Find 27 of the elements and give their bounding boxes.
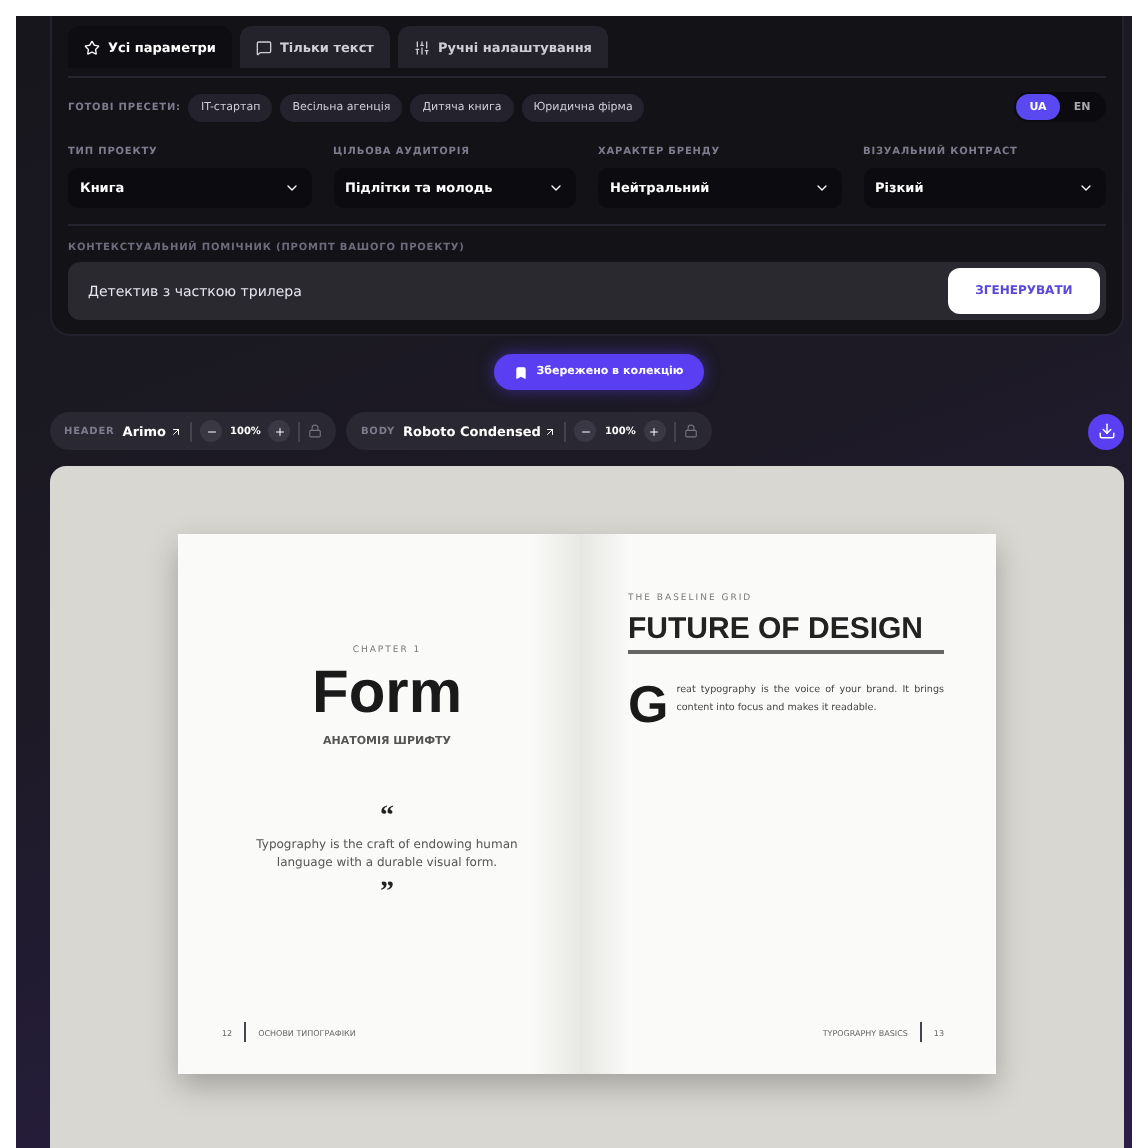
minus-icon xyxy=(205,425,217,437)
drop-cap: G xyxy=(628,682,669,729)
minus-icon xyxy=(579,425,592,437)
chevron-icon xyxy=(283,180,299,196)
close-quote: ” xyxy=(378,880,396,908)
plus-icon xyxy=(273,425,286,437)
open-quote: “ xyxy=(378,804,396,832)
lock-icon[interactable] xyxy=(308,424,323,438)
chapter-title: Form xyxy=(310,660,464,728)
download-icon xyxy=(1097,422,1115,440)
speech-bubble-icon xyxy=(255,39,272,55)
increase-button[interactable] xyxy=(643,420,666,442)
plus-icon xyxy=(648,425,661,437)
arrow-icon xyxy=(170,425,182,437)
chevron-icon xyxy=(1078,180,1094,196)
arrow-icon xyxy=(544,425,557,437)
decrease-button[interactable] xyxy=(200,420,222,442)
sliders-icon xyxy=(413,39,430,55)
lock-icon[interactable] xyxy=(683,424,698,438)
bookmark-icon xyxy=(514,365,529,379)
page-heading: FUTURE OF DESIGN xyxy=(628,612,944,654)
chevron-icon xyxy=(813,180,829,196)
increase-button[interactable] xyxy=(268,420,291,442)
chevron-icon xyxy=(548,180,564,196)
download-button[interactable] xyxy=(1088,413,1124,449)
decrease-button[interactable] xyxy=(574,420,597,442)
star-icon xyxy=(84,39,100,55)
